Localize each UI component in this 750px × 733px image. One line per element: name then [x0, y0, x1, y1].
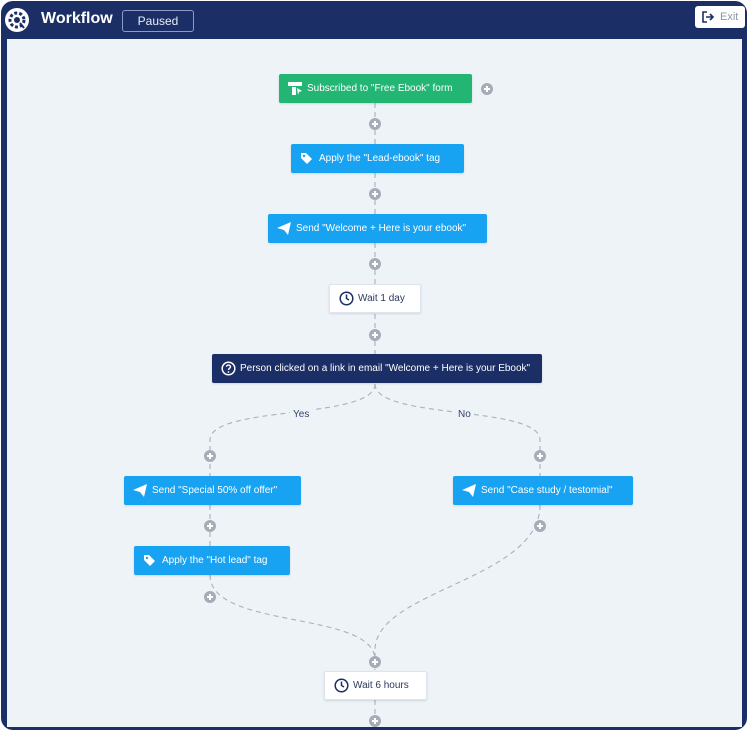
condition-node[interactable]: Person clicked on a link in email "Welco…: [212, 354, 542, 383]
wait-node[interactable]: Wait 6 hours: [324, 671, 427, 700]
exit-button[interactable]: Exit: [695, 6, 745, 28]
add-step-button[interactable]: [204, 591, 216, 603]
page-title: Workflow: [41, 10, 113, 27]
exit-icon: [702, 11, 715, 23]
add-step-button[interactable]: [481, 83, 493, 95]
connector-yes-merge: [209, 574, 376, 670]
add-step-button[interactable]: [369, 188, 381, 200]
connector-no-branch: [374, 383, 541, 476]
wait-node-label: Wait 6 hours: [353, 680, 409, 691]
wait-node[interactable]: Wait 1 day: [329, 284, 421, 313]
paper-plane-icon: [462, 484, 476, 497]
add-step-button[interactable]: [534, 450, 546, 462]
apply-tag-node[interactable]: Apply the "Hot lead" tag: [134, 546, 290, 575]
add-step-button[interactable]: [204, 450, 216, 462]
clock-icon: [334, 678, 349, 693]
tag-icon: [144, 555, 155, 566]
trigger-node[interactable]: Subscribed to "Free Ebook" form: [279, 74, 472, 103]
app-logo-icon[interactable]: [5, 8, 29, 32]
form-icon: [288, 82, 302, 95]
add-step-button[interactable]: [369, 258, 381, 270]
send-email-node[interactable]: Send "Special 50% off offer": [124, 476, 301, 505]
apply-tag-node-label: Apply the "Lead-ebook" tag: [319, 153, 441, 164]
connector-no-merge: [374, 504, 541, 670]
trigger-node-label: Subscribed to "Free Ebook" form: [307, 83, 453, 94]
send-email-node-label: Send "Special 50% off offer": [152, 485, 278, 496]
workflow-canvas[interactable]: Yes No Subscribed to "Free Ebook" form A…: [7, 39, 742, 727]
branch-label-no: No: [455, 409, 474, 420]
add-step-button[interactable]: [369, 329, 381, 341]
add-step-button[interactable]: [534, 520, 546, 532]
apply-tag-node[interactable]: Apply the "Lead-ebook" tag: [291, 144, 464, 173]
add-step-button[interactable]: [369, 715, 381, 727]
exit-label: Exit: [720, 11, 739, 23]
branch-label-yes: Yes: [290, 409, 313, 420]
send-email-node[interactable]: Send "Welcome + Here is your ebook": [268, 214, 487, 243]
add-step-button[interactable]: [204, 520, 216, 532]
workflow-window: Workflow Paused Exit Yes No Subscribed t…: [1, 1, 747, 730]
tag-icon: [301, 153, 312, 164]
wait-node-label: Wait 1 day: [358, 293, 405, 304]
send-email-node[interactable]: Send "Case study / testomial": [453, 476, 633, 505]
clock-icon: [339, 291, 354, 306]
status-badge: Paused: [122, 10, 194, 32]
apply-tag-node-label: Apply the "Hot lead" tag: [162, 555, 268, 566]
send-email-node-label: Send "Case study / testomial": [481, 485, 613, 496]
send-email-node-label: Send "Welcome + Here is your ebook": [296, 223, 467, 234]
workflow-connectors: [209, 103, 541, 727]
paper-plane-icon: [133, 484, 147, 497]
add-step-button[interactable]: [369, 656, 381, 668]
top-bar: Workflow Paused Exit: [1, 1, 747, 39]
question-circle-icon: [221, 361, 236, 376]
condition-node-label: Person clicked on a link in email "Welco…: [240, 363, 531, 374]
add-step-button[interactable]: [369, 118, 381, 130]
connector-yes-branch: [209, 383, 376, 476]
paper-plane-icon: [277, 222, 291, 235]
